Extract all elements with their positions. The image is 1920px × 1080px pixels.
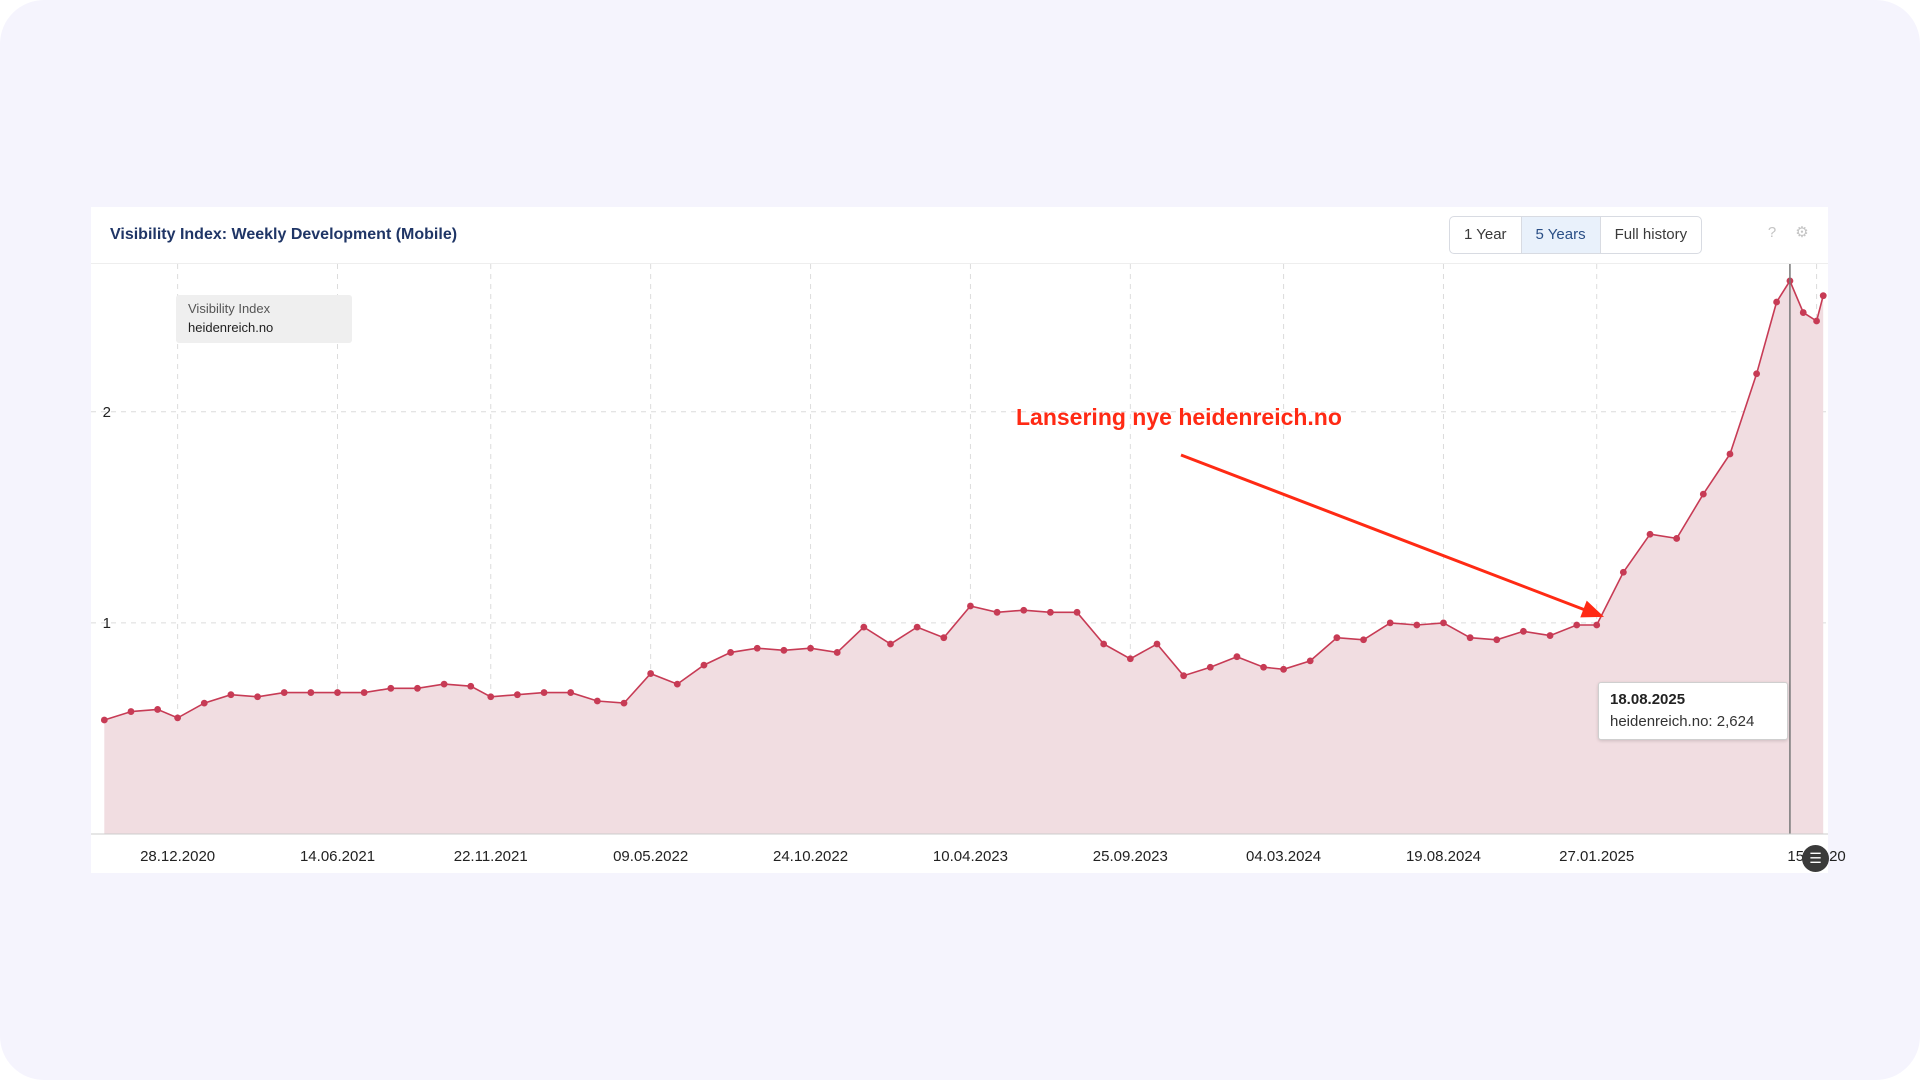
data-point bbox=[1813, 317, 1820, 325]
data-point bbox=[727, 649, 734, 656]
data-point bbox=[1306, 657, 1314, 665]
data-point bbox=[753, 644, 761, 652]
data-point bbox=[1280, 665, 1287, 673]
data-point bbox=[1646, 530, 1654, 538]
annotation-arrowhead bbox=[1580, 600, 1605, 618]
data-point bbox=[307, 689, 315, 696]
data-point bbox=[513, 691, 521, 699]
tooltip-date: 18.08.2025 bbox=[1610, 691, 1686, 708]
data-point bbox=[1360, 636, 1367, 644]
data-point bbox=[833, 649, 841, 656]
data-point bbox=[1593, 621, 1601, 629]
series-layer bbox=[100, 264, 1827, 834]
data-point bbox=[1466, 634, 1474, 642]
data-point bbox=[593, 697, 601, 705]
x-tick-label: 22.11.2021 bbox=[454, 848, 528, 865]
annotation-layer bbox=[1180, 453, 1605, 618]
visibility-chart: 28.12.2020 14.06.2021 22.11.2021 09.05.2022… bbox=[91, 264, 1846, 865]
data-point bbox=[700, 661, 708, 669]
data-tooltip: 18.08.2025 heidenreich.no: 2,624 bbox=[1598, 682, 1788, 740]
data-point bbox=[967, 602, 974, 610]
data-point bbox=[807, 644, 814, 652]
x-tick-label: 19.08.2024 bbox=[1406, 848, 1481, 865]
data-point bbox=[334, 689, 341, 696]
data-point bbox=[1753, 370, 1761, 378]
x-tick-label: 28.12.2020 bbox=[140, 848, 215, 865]
data-point bbox=[174, 714, 182, 722]
data-point bbox=[1180, 672, 1188, 680]
data-point bbox=[1260, 663, 1267, 671]
data-point bbox=[913, 623, 921, 631]
annotation-label: Lansering nye heidenreich.no bbox=[1016, 404, 1342, 430]
data-point bbox=[673, 680, 681, 688]
data-point bbox=[387, 684, 395, 692]
tooltip-value: heidenreich.no: 2,624 bbox=[1610, 713, 1755, 730]
data-point bbox=[1233, 653, 1241, 661]
data-point bbox=[940, 634, 948, 642]
data-point bbox=[100, 716, 108, 724]
data-point bbox=[1073, 608, 1081, 616]
data-point bbox=[887, 640, 894, 648]
data-point bbox=[993, 608, 1001, 616]
x-tick-label: 27.01.2025 bbox=[1559, 848, 1634, 865]
data-point bbox=[1100, 640, 1108, 648]
data-point bbox=[647, 670, 655, 677]
data-point bbox=[1206, 663, 1214, 671]
x-tick-label: 25.09.2023 bbox=[1093, 848, 1168, 865]
legend: Visibility Index heidenreich.no bbox=[176, 295, 352, 343]
x-tick-label: 24.10.2022 bbox=[773, 848, 848, 865]
series-area bbox=[104, 280, 1824, 834]
data-point bbox=[1020, 606, 1028, 614]
data-point bbox=[1440, 619, 1447, 627]
data-point bbox=[1520, 627, 1527, 635]
data-point bbox=[1126, 655, 1134, 663]
x-tick-label: 10.04.2023 bbox=[933, 848, 1008, 865]
data-point bbox=[780, 646, 788, 654]
y-tick-label: 2 bbox=[103, 404, 111, 421]
data-point bbox=[1799, 309, 1807, 316]
data-point bbox=[860, 623, 868, 631]
data-point bbox=[200, 699, 208, 707]
x-tick-label: 14.06.2021 bbox=[300, 848, 375, 865]
data-point bbox=[1046, 608, 1054, 616]
data-point bbox=[1573, 621, 1581, 629]
legend-title: Visibility Index bbox=[188, 301, 271, 316]
data-point bbox=[227, 691, 235, 699]
data-point bbox=[127, 708, 135, 715]
data-point bbox=[1773, 298, 1781, 306]
data-point bbox=[620, 699, 628, 707]
y-tick-label: 1 bbox=[103, 615, 111, 632]
legend-series-label: heidenreich.no bbox=[188, 320, 274, 335]
data-point bbox=[1619, 568, 1627, 576]
data-point bbox=[1413, 621, 1421, 629]
data-point bbox=[414, 684, 421, 692]
data-point bbox=[1493, 636, 1501, 644]
annotation-arrow bbox=[1180, 453, 1591, 614]
data-point bbox=[254, 693, 261, 701]
data-point bbox=[540, 689, 548, 696]
data-point bbox=[1699, 490, 1707, 498]
x-tick-label: 09.05.2022 bbox=[613, 848, 688, 865]
data-point bbox=[1673, 535, 1681, 542]
chat-icon[interactable]: ☰ bbox=[1802, 845, 1829, 872]
data-point bbox=[1546, 632, 1554, 639]
data-point bbox=[487, 693, 495, 701]
data-point bbox=[567, 689, 575, 696]
data-point bbox=[1819, 292, 1827, 300]
data-point bbox=[280, 689, 288, 696]
data-point bbox=[360, 689, 368, 696]
data-point bbox=[1726, 450, 1734, 458]
data-point bbox=[1386, 619, 1394, 627]
data-point bbox=[467, 682, 475, 690]
data-point bbox=[440, 680, 448, 688]
data-point bbox=[1153, 640, 1161, 648]
data-point bbox=[154, 706, 162, 713]
x-tick-label: 04.03.2024 bbox=[1246, 848, 1321, 865]
data-point bbox=[1333, 634, 1341, 642]
